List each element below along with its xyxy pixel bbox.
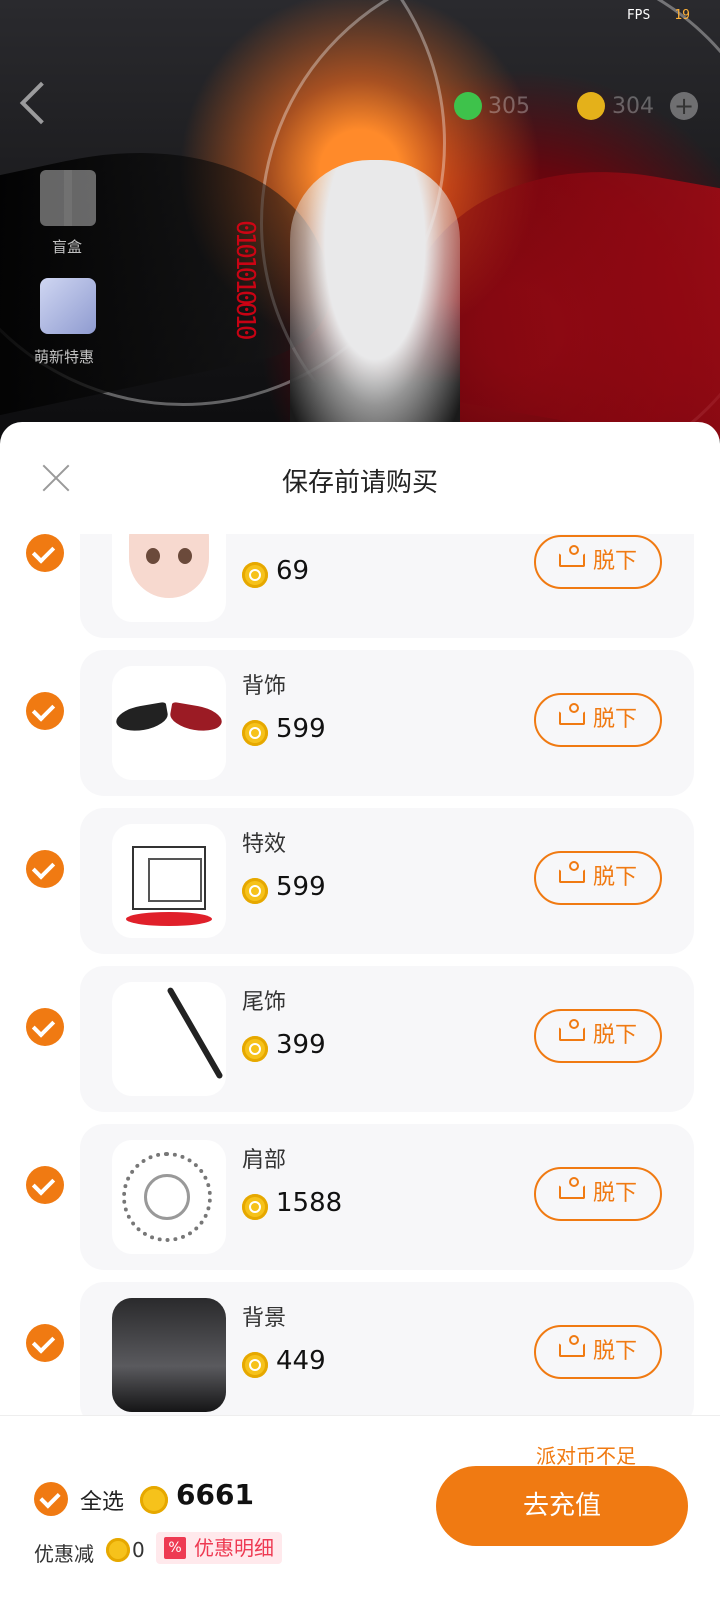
discount-details-link[interactable]: % 优惠明细 xyxy=(156,1532,282,1564)
list-item: 特效 599 脱下 xyxy=(80,808,694,954)
coin-icon xyxy=(242,878,268,904)
take-off-label: 脱下 xyxy=(592,549,637,574)
take-off-button[interactable]: 脱下 xyxy=(534,693,662,747)
blindbox-label: 盲盒 xyxy=(52,238,83,256)
item-price: 399 xyxy=(276,1030,326,1060)
take-off-label: 脱下 xyxy=(592,1181,637,1206)
item-list: 69 脱下 背饰 599 脱下 特效 599 脱下 尾饰 399 脱下 肩部 1… xyxy=(0,534,720,1458)
item-price: 449 xyxy=(276,1346,326,1376)
select-all-checkbox[interactable] xyxy=(34,1482,68,1516)
avatar-character xyxy=(290,160,460,440)
item-name: 特效 xyxy=(242,832,287,857)
sheet-title: 保存前请购买 xyxy=(281,468,438,498)
percent-icon: % xyxy=(164,1537,186,1559)
recharge-button[interactable]: 去充值 xyxy=(436,1466,688,1546)
take-off-button[interactable]: 脱下 xyxy=(534,535,662,589)
gold-coin-icon xyxy=(577,92,605,120)
take-off-label: 脱下 xyxy=(592,1023,637,1048)
item-checkbox[interactable] xyxy=(26,692,64,730)
coin-icon xyxy=(242,1352,268,1378)
green-coin-icon xyxy=(454,92,482,120)
item-price: 1588 xyxy=(276,1188,343,1218)
list-item: 背饰 599 脱下 xyxy=(80,650,694,796)
list-item: 尾饰 399 脱下 xyxy=(80,966,694,1112)
item-name: 背景 xyxy=(242,1306,287,1331)
discount-value: 0 xyxy=(132,1538,145,1562)
item-checkbox[interactable] xyxy=(26,1008,64,1046)
list-item: 肩部 1588 脱下 xyxy=(80,1124,694,1270)
fps-counter: FPS 19 xyxy=(627,8,690,23)
item-price: 599 xyxy=(276,872,326,902)
coin-icon xyxy=(106,1538,130,1562)
background-thumbnail xyxy=(112,1298,226,1412)
take-off-button[interactable]: 脱下 xyxy=(534,1009,662,1063)
green-coin-balance: 305 xyxy=(488,94,530,119)
promo-label: 萌新特惠 xyxy=(34,348,95,366)
hanger-icon xyxy=(558,861,585,883)
insufficient-coins-warning: 派对币不足 xyxy=(536,1444,636,1468)
hanger-icon xyxy=(558,545,585,567)
fps-value: 19 xyxy=(674,8,690,23)
checkout-bar: 派对币不足 全选 6661 优惠减 0 % 优惠明细 去充值 xyxy=(0,1416,720,1612)
gift-box-icon[interactable] xyxy=(40,170,96,226)
coin-icon xyxy=(242,1036,268,1062)
take-off-button[interactable]: 脱下 xyxy=(534,1325,662,1379)
hanger-icon xyxy=(558,1019,585,1041)
hanger-icon xyxy=(558,1335,585,1357)
item-checkbox[interactable] xyxy=(26,1166,64,1204)
item-price: 69 xyxy=(276,556,310,586)
item-checkbox[interactable] xyxy=(26,534,64,572)
discount-label: 优惠减 xyxy=(34,1542,94,1566)
promo-avatar-icon[interactable] xyxy=(40,278,96,334)
gold-coin-balance: 304 xyxy=(612,94,654,119)
list-item: 背景 449 脱下 xyxy=(80,1282,694,1428)
take-off-button[interactable]: 脱下 xyxy=(534,851,662,905)
coin-icon xyxy=(140,1486,168,1514)
item-checkbox[interactable] xyxy=(26,1324,64,1362)
tail-thumbnail xyxy=(112,982,226,1096)
item-checkbox[interactable] xyxy=(26,850,64,888)
effect-thumbnail xyxy=(112,824,226,938)
list-item: 69 脱下 xyxy=(80,534,694,638)
hanger-icon xyxy=(558,703,585,725)
coin-icon xyxy=(242,720,268,746)
shoulder-thumbnail xyxy=(112,1140,226,1254)
hanger-icon xyxy=(558,1177,585,1199)
wings-thumbnail xyxy=(112,666,226,780)
character-preview: 0101010010 FPS 19 305 304 + 盲盒 萌新特惠 xyxy=(0,0,720,440)
face-thumbnail xyxy=(112,534,226,622)
item-price: 599 xyxy=(276,714,326,744)
total-price: 6661 xyxy=(176,1478,254,1511)
take-off-button[interactable]: 脱下 xyxy=(534,1167,662,1221)
discount-details-label: 优惠明细 xyxy=(194,1536,274,1560)
take-off-label: 脱下 xyxy=(592,865,637,890)
take-off-label: 脱下 xyxy=(592,707,637,732)
take-off-label: 脱下 xyxy=(592,1339,637,1364)
fps-label: FPS xyxy=(626,8,651,23)
coin-icon xyxy=(242,562,268,588)
item-name: 背饰 xyxy=(242,674,287,699)
select-all-label[interactable]: 全选 xyxy=(80,1484,124,1516)
add-coins-button[interactable]: + xyxy=(670,92,698,120)
item-name: 肩部 xyxy=(242,1148,287,1173)
coin-icon xyxy=(242,1194,268,1220)
item-name: 尾饰 xyxy=(242,990,287,1015)
binary-effect: 0101010010 xyxy=(230,220,260,337)
